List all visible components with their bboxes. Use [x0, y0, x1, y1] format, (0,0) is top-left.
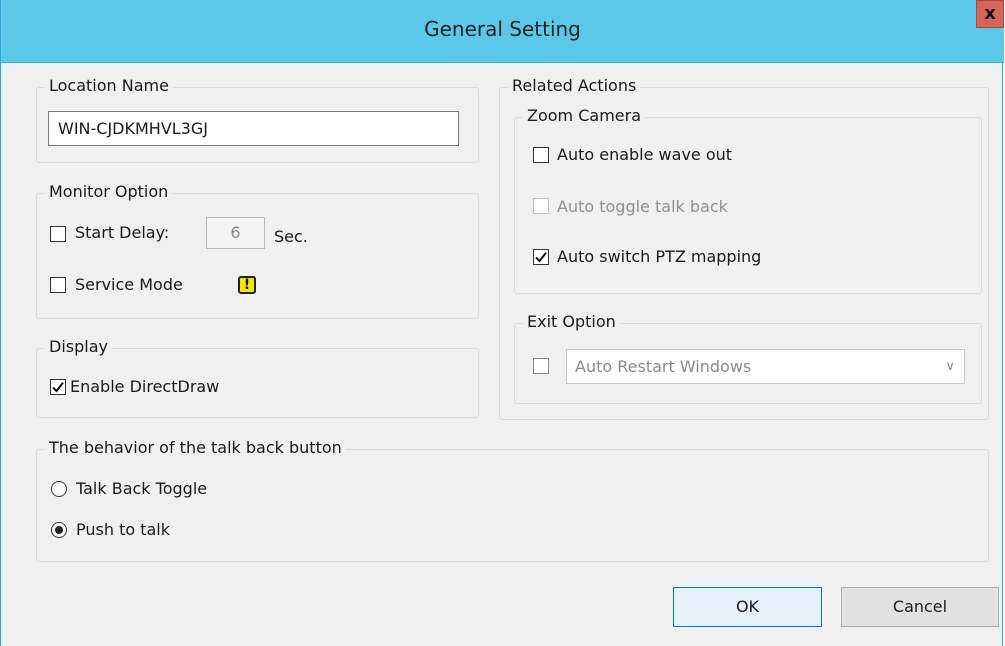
close-button[interactable]: x	[976, 0, 1004, 28]
exit-option-checkbox[interactable]	[533, 358, 549, 374]
auto-ptz-mapping-checkbox[interactable]	[533, 249, 549, 265]
auto-toggle-talk-back-label: Auto toggle talk back	[557, 197, 728, 216]
delay-unit-label: Sec.	[274, 227, 308, 246]
service-mode-checkbox[interactable]	[50, 277, 66, 293]
display-legend: Display	[45, 337, 112, 357]
checkmark-icon	[52, 382, 64, 393]
talk-back-toggle-radio[interactable]	[51, 481, 67, 497]
enable-directdraw-checkbox[interactable]	[50, 379, 66, 395]
exit-option-legend: Exit Option	[523, 312, 620, 332]
start-delay-label: Start Delay:	[75, 223, 170, 242]
ok-button[interactable]: OK	[673, 587, 822, 627]
radio-selected-dot	[55, 526, 63, 534]
auto-wave-out-label: Auto enable wave out	[557, 145, 733, 164]
auto-toggle-talk-back-checkbox	[533, 198, 549, 214]
chevron-down-icon: ∨	[945, 359, 955, 374]
cancel-button[interactable]: Cancel	[841, 587, 999, 627]
exit-action-value: Auto Restart Windows	[575, 357, 752, 376]
talk-back-behavior-legend: The behavior of the talk back button	[45, 438, 346, 458]
auto-wave-out-checkbox[interactable]	[533, 147, 549, 163]
zoom-camera-legend: Zoom Camera	[523, 106, 645, 126]
auto-ptz-mapping-label: Auto switch PTZ mapping	[557, 247, 762, 266]
general-setting-dialog: General Setting x Location Name WIN-CJDK…	[0, 0, 1004, 646]
start-delay-checkbox[interactable]	[50, 226, 66, 242]
monitor-option-legend: Monitor Option	[45, 182, 173, 202]
title-bar[interactable]: General Setting x	[1, 0, 1004, 63]
dialog-title: General Setting	[424, 17, 581, 41]
delay-seconds-input[interactable]: 6	[206, 217, 265, 249]
location-name-input[interactable]: WIN-CJDKMHVL3GJ	[48, 111, 459, 146]
talk-back-toggle-label: Talk Back Toggle	[76, 479, 208, 498]
service-mode-label: Service Mode	[75, 275, 183, 294]
monitor-option-group: Monitor Option	[36, 182, 479, 319]
push-to-talk-label: Push to talk	[76, 520, 171, 539]
exit-action-select[interactable]: Auto Restart Windows ∨	[566, 349, 965, 384]
talk-back-behavior-group: The behavior of the talk back button	[36, 438, 989, 562]
push-to-talk-radio[interactable]	[51, 522, 67, 538]
checkmark-icon	[535, 252, 547, 263]
warning-icon[interactable]: !	[238, 276, 256, 294]
location-name-legend: Location Name	[45, 76, 173, 96]
related-actions-legend: Related Actions	[508, 76, 641, 96]
enable-directdraw-label: Enable DirectDraw	[70, 377, 220, 396]
